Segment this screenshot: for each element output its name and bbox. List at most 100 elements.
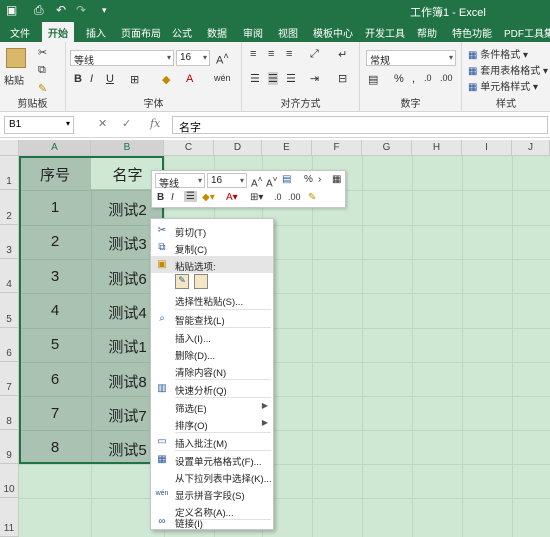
align-middle-icon[interactable]: ≡ bbox=[268, 48, 274, 60]
column-header-b[interactable]: B bbox=[91, 140, 164, 156]
save-icon[interactable]: ▣ bbox=[6, 3, 17, 17]
row-header-5[interactable]: 5 bbox=[0, 293, 19, 328]
table-cell[interactable]: 7 bbox=[19, 405, 91, 422]
tab-formulas[interactable]: 公式 bbox=[172, 25, 192, 40]
tab-review[interactable]: 审阅 bbox=[243, 25, 263, 40]
percent-style-icon[interactable]: % bbox=[394, 73, 404, 85]
menu-item-paste-special[interactable]: 选择性粘贴(S)... bbox=[151, 291, 273, 308]
mini-format-painter-icon[interactable]: ✎ bbox=[308, 192, 316, 203]
mini-bold-button[interactable]: B bbox=[157, 192, 164, 203]
accounting-format-icon[interactable]: ▤ bbox=[282, 174, 291, 185]
table-header-cell[interactable]: 序号 bbox=[19, 164, 91, 185]
phonetic-icon[interactable]: wén bbox=[214, 73, 231, 83]
select-all-corner[interactable] bbox=[0, 140, 19, 156]
row-header-7[interactable]: 7 bbox=[0, 362, 19, 396]
column-header-h[interactable]: H bbox=[412, 140, 462, 156]
tab-home[interactable]: 开始 bbox=[42, 22, 74, 42]
tab-page-layout[interactable]: 页面布局 bbox=[121, 25, 161, 40]
row-header-11[interactable]: 11 bbox=[0, 498, 19, 537]
customize-quick-access-icon[interactable]: ▾ bbox=[102, 5, 107, 16]
tab-insert[interactable]: 插入 bbox=[86, 25, 106, 40]
row-header-3[interactable]: 3 bbox=[0, 225, 19, 259]
mini-italic-button[interactable]: I bbox=[171, 192, 174, 203]
font-size-select[interactable]: 16 ▾ bbox=[176, 50, 210, 66]
wrap-text-icon[interactable]: ↵ bbox=[338, 48, 347, 61]
merge-center-icon[interactable]: ⊟ bbox=[338, 72, 347, 85]
menu-item-insert-comment[interactable]: ▭ 插入批注(M) bbox=[151, 433, 273, 450]
increase-font-icon[interactable]: A˄ bbox=[216, 51, 229, 67]
menu-item-smart-lookup[interactable]: ⌕ 智能查找(L) bbox=[151, 310, 273, 327]
column-header-e[interactable]: E bbox=[262, 140, 312, 156]
column-header-f[interactable]: F bbox=[312, 140, 362, 156]
row-header-6[interactable]: 6 bbox=[0, 328, 19, 362]
menu-item-format-cells[interactable]: ▦ 设置单元格格式(F)... bbox=[151, 451, 273, 468]
italic-button[interactable]: I bbox=[90, 73, 93, 85]
column-header-i[interactable]: I bbox=[462, 140, 512, 156]
tab-view[interactable]: 视图 bbox=[278, 25, 298, 40]
paste-icon[interactable] bbox=[6, 48, 26, 68]
accounting-format-icon[interactable]: ▤ bbox=[368, 73, 378, 86]
row-header-4[interactable]: 4 bbox=[0, 259, 19, 293]
formula-input[interactable]: 名字 bbox=[172, 116, 548, 134]
tab-template-center[interactable]: 模板中心 bbox=[313, 25, 353, 40]
redo-icon[interactable]: ↷ bbox=[76, 3, 86, 17]
cancel-icon[interactable]: ✕ bbox=[98, 117, 107, 130]
indent-icon[interactable]: ⇥ bbox=[310, 72, 319, 85]
tab-developer[interactable]: 开发工具 bbox=[365, 25, 405, 40]
name-box[interactable]: B1 ▾ bbox=[4, 116, 74, 134]
underline-button[interactable]: U bbox=[106, 73, 114, 85]
paste-option-icon[interactable]: ✎ bbox=[175, 274, 189, 289]
table-cell[interactable]: 8 bbox=[19, 439, 91, 456]
table-cell[interactable]: 3 bbox=[19, 268, 91, 285]
row-header-8[interactable]: 8 bbox=[0, 396, 19, 430]
mini-decrease-decimal-icon[interactable]: .00 bbox=[288, 192, 301, 202]
cell-styles-button[interactable]: ▦ 单元格样式 ▾ bbox=[468, 78, 538, 93]
paste-option-icon[interactable] bbox=[194, 274, 208, 289]
align-left-icon[interactable]: ☰ bbox=[250, 72, 260, 85]
tab-data[interactable]: 数据 bbox=[207, 25, 227, 40]
menu-item-quick-analysis[interactable]: ▥ 快速分析(Q) bbox=[151, 380, 273, 397]
comma-style-icon[interactable]: , bbox=[412, 73, 415, 85]
enter-icon[interactable]: ✓ bbox=[122, 117, 131, 130]
cut-icon[interactable]: ✂ bbox=[38, 46, 47, 59]
row-header-1[interactable]: 1 bbox=[0, 156, 19, 190]
table-cell[interactable]: 5 bbox=[19, 336, 91, 353]
tab-file[interactable]: 文件 bbox=[10, 25, 30, 40]
decrease-font-icon[interactable]: A˅ bbox=[266, 174, 278, 189]
mini-font-size-select[interactable]: 16 ▾ bbox=[207, 173, 247, 188]
mini-fill-color-icon[interactable]: ◆▾ bbox=[202, 192, 215, 203]
menu-item-sort[interactable]: 排序(O) ▶ bbox=[151, 415, 273, 432]
font-name-select[interactable]: 等线 ▾ bbox=[70, 50, 174, 67]
mini-increase-decimal-icon[interactable]: .0 bbox=[274, 192, 282, 202]
increase-decimal-icon[interactable]: .0 bbox=[424, 73, 432, 83]
number-format-select[interactable]: 常规 ▾ bbox=[366, 50, 456, 67]
mini-borders-icon[interactable]: ⊞▾ bbox=[250, 192, 263, 203]
mini-font-name-select[interactable]: 等线 ▾ bbox=[155, 173, 205, 190]
conditional-format-button[interactable]: ▦ 条件格式 ▾ bbox=[468, 46, 528, 61]
menu-item-paste-options[interactable]: ▣ 粘贴选项: bbox=[151, 256, 273, 273]
fill-color-icon[interactable]: ◆ bbox=[162, 73, 170, 86]
menu-item-insert[interactable]: 插入(I)... bbox=[151, 328, 273, 345]
copy-icon[interactable]: ⧉ bbox=[38, 64, 46, 77]
orientation-icon[interactable]: ⤢ bbox=[310, 48, 319, 61]
row-header-2[interactable]: 2 bbox=[0, 190, 19, 225]
mini-percent-button[interactable]: % bbox=[304, 174, 313, 185]
undo-icon[interactable]: ↶ bbox=[56, 3, 66, 17]
increase-font-icon[interactable]: A˄ bbox=[251, 174, 263, 189]
menu-item-pick-from-list[interactable]: 从下拉列表中选择(K)... bbox=[151, 468, 273, 485]
align-bottom-icon[interactable]: ≡ bbox=[286, 48, 292, 60]
tab-pdf-tools[interactable]: PDF工具集 bbox=[504, 25, 550, 40]
print-preview-icon[interactable]: ⎙ bbox=[34, 3, 44, 18]
mini-font-color-icon[interactable]: A▾ bbox=[226, 192, 238, 203]
column-header-g[interactable]: G bbox=[362, 140, 412, 156]
column-header-c[interactable]: C bbox=[164, 140, 214, 156]
menu-item-copy[interactable]: ⧉ 复制(C) bbox=[151, 239, 273, 256]
column-header-d[interactable]: D bbox=[214, 140, 262, 156]
tab-features[interactable]: 特色功能 bbox=[452, 25, 492, 40]
bold-button[interactable]: B bbox=[74, 73, 82, 85]
table-cell[interactable]: 4 bbox=[19, 302, 91, 319]
table-cell[interactable]: 2 bbox=[19, 233, 91, 250]
paste-button[interactable]: 粘贴 bbox=[4, 72, 24, 87]
row-header-9[interactable]: 9 bbox=[0, 430, 19, 464]
row-header-10[interactable]: 10 bbox=[0, 464, 19, 498]
